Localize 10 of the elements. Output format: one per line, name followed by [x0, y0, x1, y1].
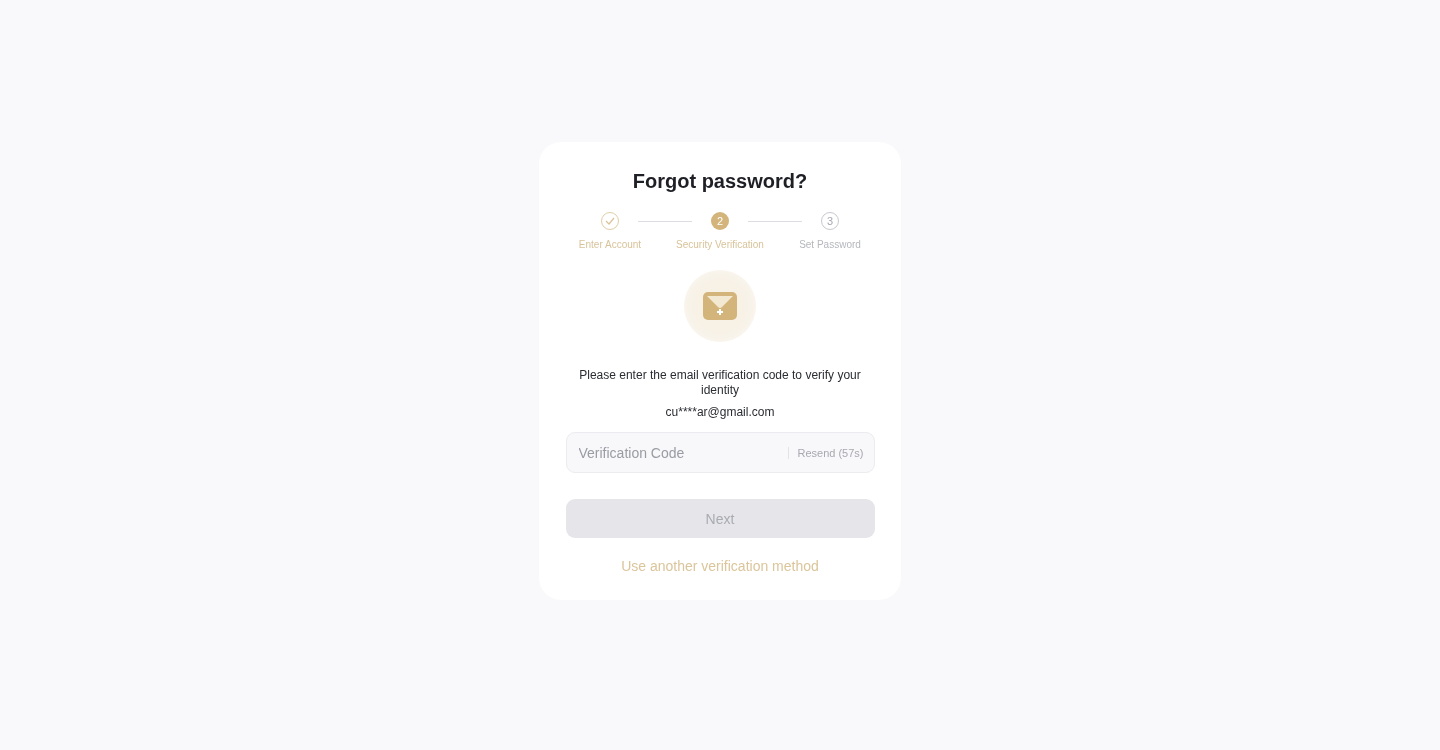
instruction-text: Please enter the email verification code to verify your identity	[578, 368, 862, 398]
step-label: Enter Account	[578, 239, 642, 250]
resend-button[interactable]: Resend (57s)	[797, 446, 864, 459]
alternative-method-link[interactable]: Use another verification method	[621, 558, 819, 574]
step-label: Security Verification	[676, 239, 764, 250]
email-address: cu****ar@gmail.com	[665, 405, 775, 419]
step-number: 2	[711, 212, 729, 230]
page-title: Forgot password?	[632, 169, 808, 194]
step-label: Set Password	[799, 239, 861, 250]
verification-code-field[interactable]: Verification Code Resend (57s)	[565, 432, 875, 473]
